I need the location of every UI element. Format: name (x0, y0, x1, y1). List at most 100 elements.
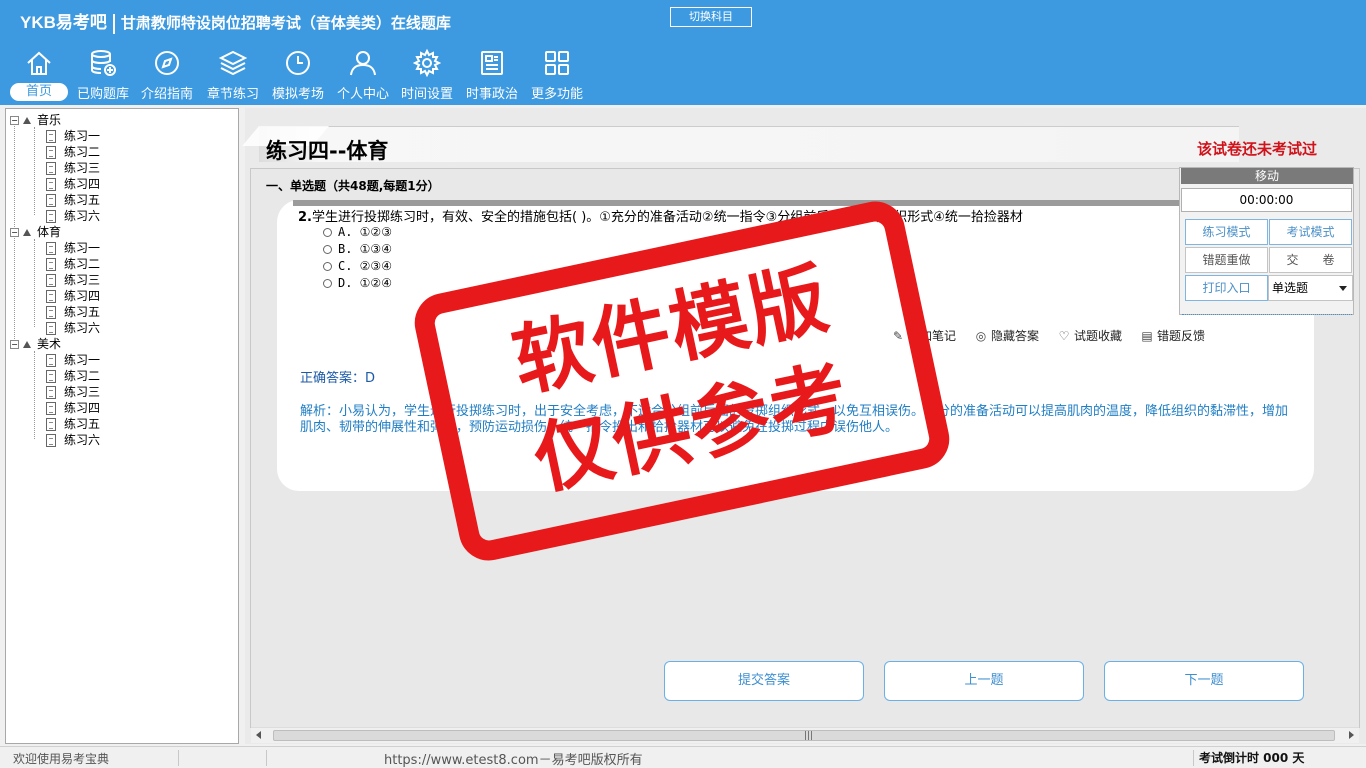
nav-guide[interactable]: 介绍指南 (136, 48, 198, 103)
panel-scrollbar[interactable] (1182, 309, 1352, 315)
radio-icon[interactable] (323, 279, 332, 288)
tree-item-label: 练习三 (64, 273, 101, 287)
tree-item[interactable]: 练习一 (46, 240, 100, 256)
collapse-icon[interactable]: − (10, 116, 19, 125)
tree-item[interactable]: 练习三 (46, 272, 100, 288)
option-label: A. ①②③ (338, 225, 392, 239)
tree-item-label: 练习五 (64, 417, 101, 431)
feedback-button[interactable]: ▤ 错题反馈 (1141, 327, 1205, 344)
news-icon (481, 51, 503, 75)
tree-line (34, 127, 35, 215)
tree-item[interactable]: 练习二 (46, 368, 100, 384)
hide-answer-button[interactable]: ◎ 隐藏答案 (975, 327, 1039, 344)
document-icon (46, 178, 56, 191)
nav-chapter[interactable]: 章节练习 (202, 48, 264, 103)
print-entry-button[interactable]: 打印入口 (1185, 275, 1268, 301)
document-icon (46, 210, 56, 223)
app-logo: YKB易考吧 甘肃教师特设岗位招聘考试（音体美类）在线题库 (20, 8, 451, 34)
tree-item[interactable]: 练习三 (46, 160, 100, 176)
radio-icon[interactable] (323, 262, 332, 271)
title-tab (242, 126, 1239, 162)
question-type-value: 单选题 (1272, 281, 1309, 295)
tree-item[interactable]: 练习五 (46, 192, 100, 208)
tree-item[interactable]: 练习二 (46, 256, 100, 272)
nav-mock-exam[interactable]: 模拟考场 (267, 48, 329, 103)
hide-answer-label: 隐藏答案 (991, 329, 1040, 343)
nav-home[interactable]: 首页 (8, 48, 70, 103)
nav-profile[interactable]: 个人中心 (332, 48, 394, 103)
option-a[interactable]: A. ①②③ (323, 225, 392, 239)
tree-item[interactable]: 练习五 (46, 304, 100, 320)
nav-current-affairs[interactable]: 时事政治 (461, 48, 523, 103)
tree-item-selected[interactable]: 练习四 (46, 288, 100, 304)
practice-mode-button[interactable]: 练习模式 (1185, 219, 1268, 245)
panel-move-handle[interactable]: 移动 (1181, 168, 1353, 184)
tree-item[interactable]: 练习六 (46, 208, 100, 224)
database-icon (91, 50, 116, 76)
collapse-icon[interactable]: − (10, 340, 19, 349)
document-icon (46, 258, 56, 271)
eye-slash-icon: ◎ (975, 329, 987, 343)
document-icon (46, 274, 56, 287)
favorite-label: 试题收藏 (1074, 329, 1123, 343)
tree-item-label: 练习二 (64, 257, 101, 271)
feedback-label: 错题反馈 (1157, 329, 1206, 343)
nav-profile-label: 个人中心 (336, 87, 389, 102)
tree-node-pe[interactable]: − 体育 (10, 224, 61, 240)
tree-item[interactable]: 练习一 (46, 352, 100, 368)
home-icon (27, 51, 51, 75)
document-icon (46, 354, 56, 367)
scroll-left-icon[interactable] (256, 731, 261, 739)
chapter-tree: − 音乐 练习一 练习二 练习三 练习四 练习五 练习六 − 体育 练习一 练习二 … (5, 108, 239, 744)
tree-item-label: 练习三 (64, 385, 101, 399)
tree-node-art[interactable]: − 美术 (10, 336, 61, 352)
tree-item[interactable]: 练习三 (46, 384, 100, 400)
heart-icon: ♡ (1058, 329, 1070, 343)
tree-item[interactable]: 练习一 (46, 128, 100, 144)
next-question-button[interactable]: 下一题 (1104, 661, 1304, 701)
nav-mock-exam-label: 模拟考场 (271, 87, 324, 102)
nav-more[interactable]: 更多功能 (526, 48, 588, 103)
nav-time-settings[interactable]: 时间设置 (396, 48, 458, 103)
prev-question-button[interactable]: 上一题 (884, 661, 1084, 701)
favorite-button[interactable]: ♡ 试题收藏 (1058, 327, 1122, 344)
redo-wrong-button[interactable]: 错题重做 (1185, 247, 1268, 273)
document-icon (46, 402, 56, 415)
status-divider (1193, 750, 1194, 766)
logo-text: YKB易考吧 (20, 13, 107, 32)
option-c[interactable]: C. ②③④ (323, 259, 392, 273)
nav-guide-label: 介绍指南 (140, 87, 193, 102)
exam-mode-button[interactable]: 考试模式 (1269, 219, 1352, 245)
tree-node-music[interactable]: − 音乐 (10, 112, 61, 128)
submit-answer-button[interactable]: 提交答案 (664, 661, 864, 701)
scroll-thumb[interactable]: ||| (273, 730, 1335, 741)
scroll-right-icon[interactable] (1349, 731, 1354, 739)
tree-item[interactable]: 练习六 (46, 432, 100, 448)
radio-icon[interactable] (323, 228, 332, 237)
tree-item[interactable]: 练习四 (46, 400, 100, 416)
switch-subject-button[interactable]: 切换科目 (670, 7, 752, 27)
tree-item[interactable]: 练习五 (46, 416, 100, 432)
document-icon (46, 386, 56, 399)
radio-icon[interactable] (323, 245, 332, 254)
horizontal-scrollbar[interactable]: ||| (251, 727, 1359, 743)
submit-paper-button[interactable]: 交 卷 (1269, 247, 1352, 273)
nav-time-settings-label: 时间设置 (400, 87, 453, 102)
tree-line (34, 239, 35, 327)
tree-node-label: 美术 (37, 337, 62, 351)
option-d[interactable]: D. ①②④ (323, 276, 392, 290)
logo-separator (112, 13, 115, 34)
tree-item[interactable]: 练习四 (46, 176, 100, 192)
tree-item-label: 练习六 (64, 433, 101, 447)
option-b[interactable]: B. ①③④ (323, 242, 392, 256)
question-number: 2. (298, 210, 312, 225)
tree-item[interactable]: 练习六 (46, 320, 100, 336)
user-icon (350, 51, 376, 76)
nav-purchased[interactable]: 已购题库 (72, 48, 134, 103)
collapse-icon[interactable]: − (10, 228, 19, 237)
status-divider (266, 750, 267, 766)
tree-item-label: 练习六 (64, 209, 101, 223)
document-icon (46, 370, 56, 383)
tree-item[interactable]: 练习二 (46, 144, 100, 160)
question-type-select[interactable]: 单选题 (1268, 275, 1353, 301)
